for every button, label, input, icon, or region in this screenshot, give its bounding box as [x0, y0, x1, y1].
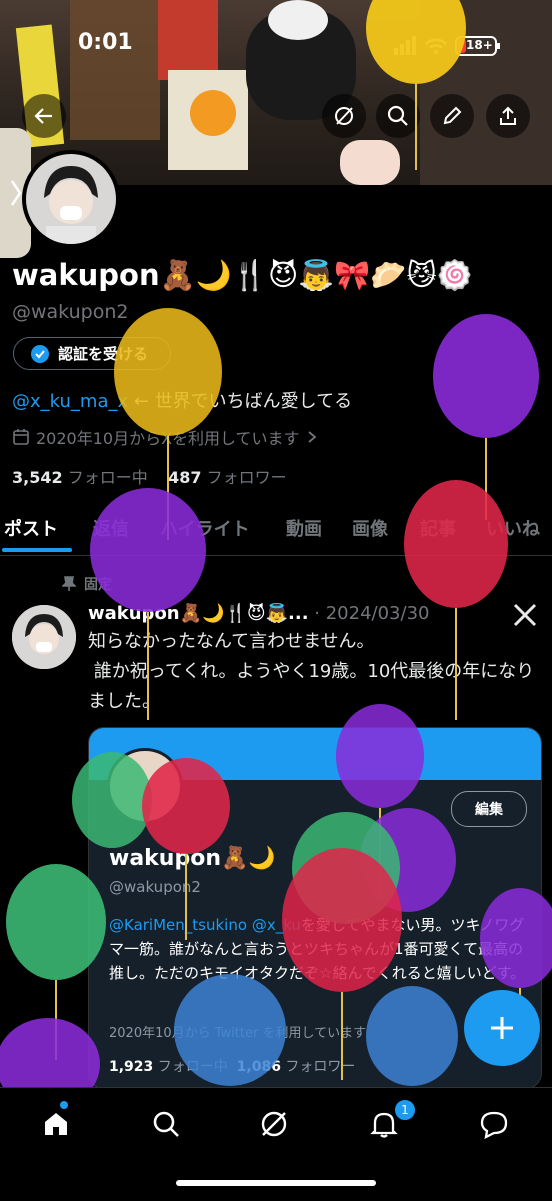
- home-new-indicator: [60, 1101, 68, 1109]
- embed-follow-stats: 1,923 フォロー中 1,086 フォロワー: [109, 1056, 355, 1076]
- nav-messages[interactable]: [474, 1104, 514, 1144]
- search-icon: [387, 105, 408, 126]
- embed-following-label: フォロー中: [157, 1059, 228, 1075]
- status-icons: 18+: [392, 34, 504, 58]
- get-verified-label: 認証を受ける: [58, 345, 149, 363]
- joined-date[interactable]: 2020年10月からXを利用しています: [12, 425, 318, 449]
- home-indicator[interactable]: [176, 1180, 376, 1186]
- search-icon: [153, 1111, 179, 1137]
- embed-display-name: wakupon🧸🌙: [109, 846, 276, 871]
- grok-button[interactable]: [322, 94, 366, 138]
- nav-search[interactable]: [146, 1104, 186, 1144]
- nav-home[interactable]: [36, 1104, 76, 1144]
- calendar-icon: [13, 429, 29, 445]
- home-icon: [45, 1113, 67, 1135]
- status-time: 0:01: [78, 30, 133, 55]
- search-button[interactable]: [376, 94, 420, 138]
- embed-avatar: [107, 748, 183, 824]
- profile-handle: @wakupon2: [12, 301, 129, 323]
- avatar[interactable]: [22, 150, 120, 248]
- get-verified-button[interactable]: 認証を受ける: [13, 337, 171, 370]
- grok-icon: [261, 1111, 287, 1137]
- bio-text: ← 世界でいちばん愛してる: [128, 391, 353, 412]
- joined-label: 2020年10月からXを利用しています: [36, 429, 300, 448]
- plus-icon: [491, 1017, 513, 1039]
- following-label: フォロー中: [67, 468, 148, 487]
- pin-icon: [62, 576, 76, 591]
- embed-bio: @KariMen_tsukino @x_kuを愛してやまない男。ツキノワグマ一筋…: [109, 913, 529, 985]
- tab-videos[interactable]: 動画: [286, 515, 322, 541]
- embed-following-count: 1,923: [109, 1059, 154, 1075]
- tweet-date[interactable]: 2024/03/30: [326, 603, 430, 624]
- embed-mention-1: @KariMen_tsukino: [109, 916, 248, 934]
- tab-indicator: [2, 548, 72, 552]
- verified-badge-icon: [31, 344, 49, 363]
- chevron-right-icon: [307, 431, 316, 443]
- profile-tabs: ポスト 返信 ハイライト 動画 画像 記事 いいね: [0, 505, 552, 556]
- display-name: wakupon🧸🌙🍴😈👼🎀🥟😼🍥: [12, 258, 473, 292]
- tab-highlights[interactable]: ハイライト: [160, 515, 250, 541]
- embed-edit-button: 編集: [451, 791, 527, 827]
- embed-followers-label: フォロワー: [285, 1059, 356, 1075]
- grok-icon: [335, 107, 353, 125]
- back-button[interactable]: [22, 94, 66, 138]
- follow-stats: 3,542 フォロー中 487 フォロワー: [12, 464, 287, 488]
- balloon-purple-right: [433, 314, 539, 520]
- following-count: 3,542: [12, 468, 63, 487]
- embed-handle: @wakupon2: [109, 878, 201, 896]
- followers-label: フォロワー: [206, 468, 287, 487]
- followers-count: 487: [168, 468, 202, 487]
- tweet-text: 知らなかったなんて言わせません。 誰か祝ってくれ。ようやく19歳。10代最後の年…: [88, 631, 535, 712]
- tab-posts[interactable]: ポスト: [4, 515, 58, 541]
- bio: @x_ku_ma_x ← 世界でいちばん愛してる: [12, 387, 352, 413]
- notification-badge: 1: [393, 1098, 417, 1122]
- chevron-right-icon: [10, 180, 22, 206]
- battery-level: 18+: [466, 38, 493, 52]
- share-button[interactable]: [486, 94, 530, 138]
- pencil-icon: [443, 106, 462, 125]
- message-icon: [480, 1111, 508, 1139]
- tab-replies[interactable]: 返信: [93, 515, 129, 541]
- bio-mention-link[interactable]: @x_ku_ma_x: [12, 391, 128, 412]
- pinned-label: 固定: [84, 577, 112, 593]
- tweet-separator: ·: [308, 603, 326, 624]
- edit-button[interactable]: [430, 94, 474, 138]
- embed-joined: 2020年10月から Twitter を利用しています: [109, 1026, 367, 1041]
- tab-media[interactable]: 画像: [352, 515, 388, 541]
- share-icon: [500, 106, 516, 125]
- followers-link[interactable]: 487 フォロワー: [168, 468, 287, 487]
- tab-likes[interactable]: いいね: [486, 515, 540, 541]
- embed-followers-count: 1,086: [236, 1059, 281, 1075]
- embed-mention-2: @x_ku: [251, 916, 301, 934]
- tab-articles[interactable]: 記事: [420, 515, 456, 541]
- arrow-left-icon: [34, 108, 52, 124]
- pinned-indicator: 固定: [62, 574, 112, 594]
- nav-grok[interactable]: [254, 1104, 294, 1144]
- following-link[interactable]: 3,542 フォロー中: [12, 468, 148, 487]
- compose-post-button[interactable]: [464, 990, 540, 1066]
- tweet-header: wakupon🧸🌙🍴😈👼... · 2024/03/30: [88, 603, 429, 624]
- tweet-author-name[interactable]: wakupon🧸🌙🍴😈👼...: [88, 603, 309, 624]
- tweet-avatar[interactable]: [12, 605, 76, 669]
